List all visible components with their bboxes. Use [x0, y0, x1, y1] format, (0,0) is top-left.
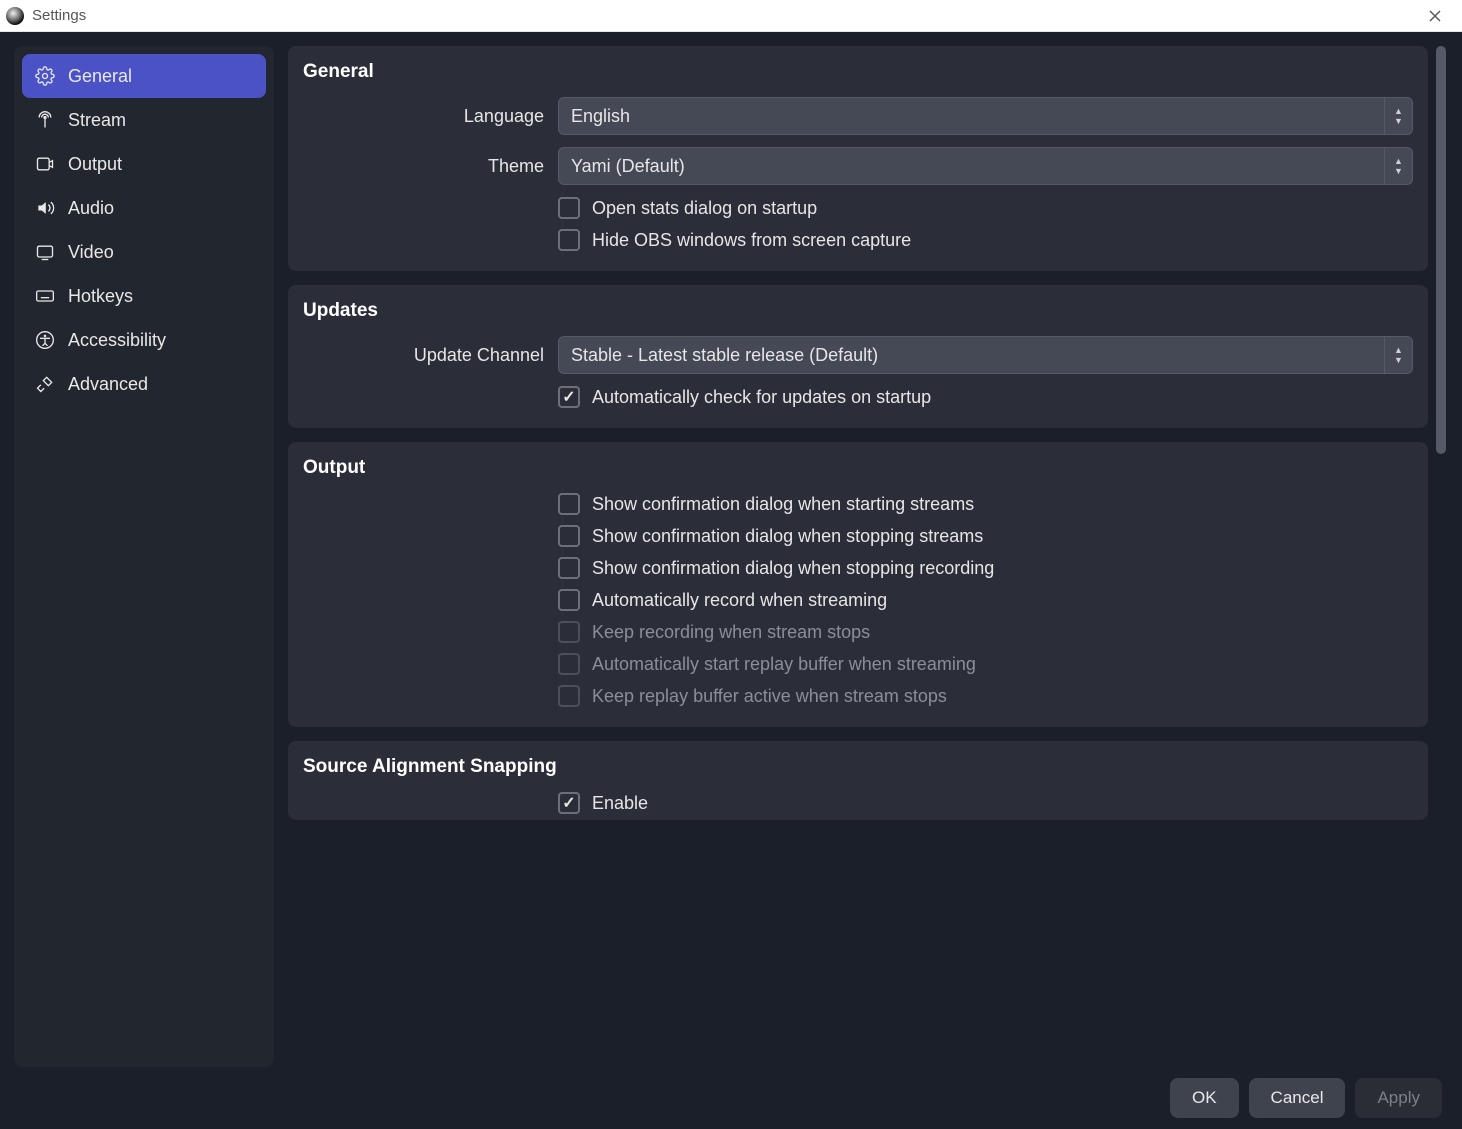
window-titlebar: Settings: [0, 0, 1462, 32]
antenna-icon: [34, 109, 56, 131]
confirm-stop-stream-label: Show confirmation dialog when stopping s…: [592, 526, 983, 547]
spinner-icon: ▲▼: [1384, 98, 1412, 134]
section-updates: Updates Update Channel Stable - Latest s…: [288, 285, 1428, 428]
checkbox-checked-icon: [558, 386, 580, 408]
checkbox-disabled-icon: [558, 685, 580, 707]
auto-check-updates-label: Automatically check for updates on start…: [592, 387, 931, 408]
checkbox-unchecked-icon: [558, 197, 580, 219]
auto-replay-label: Automatically start replay buffer when s…: [592, 654, 976, 675]
theme-label: Theme: [303, 156, 558, 177]
checkbox-unchecked-icon: [558, 589, 580, 611]
checkbox-unchecked-icon: [558, 229, 580, 251]
language-select[interactable]: English ▲▼: [558, 97, 1413, 135]
sidebar-item-label: Audio: [68, 198, 114, 219]
section-output: Output Show confirmation dialog when sta…: [288, 442, 1428, 727]
open-stats-checkbox-row[interactable]: Open stats dialog on startup: [558, 197, 1413, 219]
auto-record-row[interactable]: Automatically record when streaming: [558, 589, 1413, 611]
sidebar-item-label: General: [68, 66, 132, 87]
audio-icon: [34, 197, 56, 219]
window-title: Settings: [32, 7, 86, 24]
checkbox-disabled-icon: [558, 653, 580, 675]
dialog-footer: OK Cancel Apply: [14, 1067, 1448, 1129]
snapping-enable-label: Enable: [592, 793, 648, 814]
auto-check-updates-row[interactable]: Automatically check for updates on start…: [558, 386, 1413, 408]
section-title-updates: Updates: [303, 300, 1413, 322]
checkbox-checked-icon: [558, 792, 580, 814]
confirm-start-stream-label: Show confirmation dialog when starting s…: [592, 494, 974, 515]
sidebar-item-label: Output: [68, 154, 122, 175]
section-snapping: Source Alignment Snapping Enable: [288, 741, 1428, 820]
monitor-icon: [34, 241, 56, 263]
section-general: General Language English ▲▼ Theme: [288, 46, 1428, 271]
window-close-button[interactable]: [1414, 1, 1456, 31]
sidebar-item-label: Accessibility: [68, 330, 166, 351]
language-select-value: English: [559, 98, 1384, 134]
scrollbar-thumb[interactable]: [1436, 46, 1446, 454]
spinner-icon: ▲▼: [1384, 337, 1412, 373]
cancel-button[interactable]: Cancel: [1249, 1078, 1346, 1118]
sidebar-item-video[interactable]: Video: [22, 230, 266, 274]
checkbox-unchecked-icon: [558, 557, 580, 579]
update-channel-label: Update Channel: [303, 345, 558, 366]
checkbox-disabled-icon: [558, 621, 580, 643]
accessibility-icon: [34, 329, 56, 351]
section-title-output: Output: [303, 457, 1413, 479]
sidebar-item-label: Advanced: [68, 374, 148, 395]
checkbox-unchecked-icon: [558, 525, 580, 547]
update-channel-value: Stable - Latest stable release (Default): [559, 337, 1384, 373]
obs-app-icon: [6, 7, 24, 25]
section-title-snapping: Source Alignment Snapping: [303, 756, 1413, 778]
tools-icon: [34, 373, 56, 395]
sidebar-item-label: Video: [68, 242, 114, 263]
settings-content: General Language English ▲▼ Theme: [288, 46, 1428, 1067]
sidebar-item-general[interactable]: General: [22, 54, 266, 98]
confirm-stop-record-row[interactable]: Show confirmation dialog when stopping r…: [558, 557, 1413, 579]
hide-obs-label: Hide OBS windows from screen capture: [592, 230, 911, 251]
content-scrollbar[interactable]: [1434, 46, 1448, 1067]
ok-button[interactable]: OK: [1170, 1078, 1239, 1118]
sidebar-item-audio[interactable]: Audio: [22, 186, 266, 230]
sidebar-item-hotkeys[interactable]: Hotkeys: [22, 274, 266, 318]
theme-select-value: Yami (Default): [559, 148, 1384, 184]
checkbox-unchecked-icon: [558, 493, 580, 515]
keep-recording-row: Keep recording when stream stops: [558, 621, 1413, 643]
sidebar-item-label: Hotkeys: [68, 286, 133, 307]
apply-button: Apply: [1355, 1078, 1442, 1118]
spinner-icon: ▲▼: [1384, 148, 1412, 184]
sidebar-item-stream[interactable]: Stream: [22, 98, 266, 142]
keep-replay-row: Keep replay buffer active when stream st…: [558, 685, 1413, 707]
auto-record-label: Automatically record when streaming: [592, 590, 887, 611]
confirm-start-stream-row[interactable]: Show confirmation dialog when starting s…: [558, 493, 1413, 515]
theme-select[interactable]: Yami (Default) ▲▼: [558, 147, 1413, 185]
auto-replay-row: Automatically start replay buffer when s…: [558, 653, 1413, 675]
confirm-stop-stream-row[interactable]: Show confirmation dialog when stopping s…: [558, 525, 1413, 547]
open-stats-label: Open stats dialog on startup: [592, 198, 817, 219]
sidebar-item-accessibility[interactable]: Accessibility: [22, 318, 266, 362]
sidebar-item-advanced[interactable]: Advanced: [22, 362, 266, 406]
language-label: Language: [303, 106, 558, 127]
hide-obs-checkbox-row[interactable]: Hide OBS windows from screen capture: [558, 229, 1413, 251]
sidebar-item-label: Stream: [68, 110, 126, 131]
keep-recording-label: Keep recording when stream stops: [592, 622, 870, 643]
sidebar-item-output[interactable]: Output: [22, 142, 266, 186]
settings-sidebar: General Stream Output Audio: [14, 46, 274, 1067]
section-title-general: General: [303, 61, 1413, 83]
keep-replay-label: Keep replay buffer active when stream st…: [592, 686, 947, 707]
output-icon: [34, 153, 56, 175]
close-icon: [1429, 10, 1441, 22]
update-channel-select[interactable]: Stable - Latest stable release (Default)…: [558, 336, 1413, 374]
gear-icon: [34, 65, 56, 87]
snapping-enable-row[interactable]: Enable: [558, 792, 1413, 814]
keyboard-icon: [34, 285, 56, 307]
confirm-stop-record-label: Show confirmation dialog when stopping r…: [592, 558, 994, 579]
